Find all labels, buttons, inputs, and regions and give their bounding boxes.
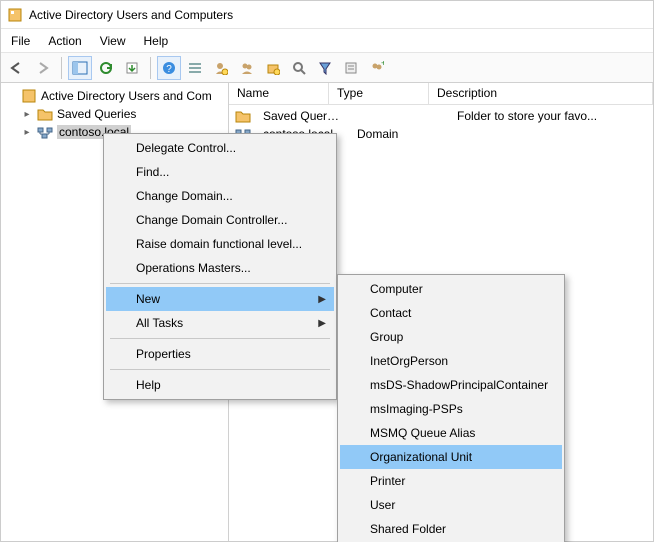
menu-delegate-control[interactable]: Delegate Control...: [106, 136, 334, 160]
menu-new-group[interactable]: Group: [340, 325, 562, 349]
submenu-arrow-icon: ▶: [318, 294, 326, 305]
back-button[interactable]: [5, 56, 29, 80]
menu-item-label: msImaging-PSPs: [370, 402, 463, 416]
context-menu: Delegate Control... Find... Change Domai…: [103, 133, 337, 400]
menu-all-tasks[interactable]: All Tasks ▶: [106, 311, 334, 335]
filter-icon[interactable]: [313, 56, 337, 80]
app-icon: [7, 7, 23, 23]
menu-item-label: New: [136, 292, 160, 306]
menu-new-shadow[interactable]: msDS-ShadowPrincipalContainer: [340, 373, 562, 397]
help-button[interactable]: ?: [157, 56, 181, 80]
properties-icon[interactable]: [339, 56, 363, 80]
tree-root[interactable]: Active Directory Users and Com: [5, 87, 228, 105]
menu-item-label: InetOrgPerson: [370, 354, 448, 368]
menu-item-label: Change Domain...: [136, 189, 233, 203]
menu-item-label: Computer: [370, 282, 423, 296]
menu-item-label: Contact: [370, 306, 411, 320]
menu-new-user[interactable]: User: [340, 493, 562, 517]
menu-new-msimaging[interactable]: msImaging-PSPs: [340, 397, 562, 421]
expand-caret-icon[interactable]: ▸: [21, 109, 33, 120]
menu-find[interactable]: Find...: [106, 160, 334, 184]
menu-item-label: Change Domain Controller...: [136, 213, 287, 227]
tree-saved-queries-label: Saved Queries: [57, 107, 136, 121]
new-ou-icon[interactable]: [261, 56, 285, 80]
svg-text:?: ?: [166, 64, 172, 75]
menu-item-label: All Tasks: [136, 316, 183, 330]
show-tree-button[interactable]: [68, 56, 92, 80]
cell-name: Saved Queries: [255, 109, 349, 123]
folder-icon: [37, 106, 53, 122]
menu-item-label: Properties: [136, 347, 191, 361]
menu-item-label: Group: [370, 330, 403, 344]
titlebar: Active Directory Users and Computers: [1, 1, 653, 29]
menu-item-label: Delegate Control...: [136, 141, 236, 155]
menu-item-label: Help: [136, 378, 161, 392]
menu-item-label: MSMQ Queue Alias: [370, 426, 475, 440]
column-type[interactable]: Type: [329, 83, 429, 104]
add-to-group-icon[interactable]: +: [365, 56, 389, 80]
menu-new-printer[interactable]: Printer: [340, 469, 562, 493]
window-title: Active Directory Users and Computers: [29, 8, 233, 22]
svg-text:+: +: [381, 61, 384, 68]
column-name[interactable]: Name: [229, 83, 329, 104]
window: Active Directory Users and Computers Fil…: [0, 0, 654, 542]
menu-new-msmq[interactable]: MSMQ Queue Alias: [340, 421, 562, 445]
menu-new-contact[interactable]: Contact: [340, 301, 562, 325]
menu-item-label: Raise domain functional level...: [136, 237, 302, 251]
refresh-button[interactable]: [94, 56, 118, 80]
menu-new-inetorgperson[interactable]: InetOrgPerson: [340, 349, 562, 373]
menu-item-label: Operations Masters...: [136, 261, 251, 275]
submenu-arrow-icon: ▶: [318, 318, 326, 329]
menu-view[interactable]: View: [100, 34, 126, 48]
folder-icon: [235, 108, 251, 124]
menu-item-label: msDS-ShadowPrincipalContainer: [370, 378, 548, 392]
expand-caret-icon[interactable]: ▸: [21, 127, 33, 138]
menu-new[interactable]: New ▶: [106, 287, 334, 311]
ad-root-icon: [21, 88, 37, 104]
menu-new-ou[interactable]: Organizational Unit: [340, 445, 562, 469]
menu-item-label: Organizational Unit: [370, 450, 472, 464]
export-list-button[interactable]: [120, 56, 144, 80]
menu-new-computer[interactable]: Computer: [340, 277, 562, 301]
menu-separator: [110, 369, 330, 370]
menu-ops-masters[interactable]: Operations Masters...: [106, 256, 334, 280]
new-user-icon[interactable]: [209, 56, 233, 80]
context-submenu-new: Computer Contact Group InetOrgPerson msD…: [337, 274, 565, 542]
menu-properties[interactable]: Properties: [106, 342, 334, 366]
menu-item-label: Shared Folder: [370, 522, 446, 536]
menu-help[interactable]: Help: [106, 373, 334, 397]
menu-item-label: Find...: [136, 165, 169, 179]
menu-raise-level[interactable]: Raise domain functional level...: [106, 232, 334, 256]
menu-new-shared-folder[interactable]: Shared Folder: [340, 517, 562, 541]
menu-separator: [110, 283, 330, 284]
menu-help[interactable]: Help: [144, 34, 169, 48]
list-item[interactable]: Saved Queries Folder to store your favo.…: [229, 107, 653, 125]
tree-root-label: Active Directory Users and Com: [41, 89, 212, 103]
domain-icon: [37, 124, 53, 140]
menu-change-dc[interactable]: Change Domain Controller...: [106, 208, 334, 232]
toolbar: ? +: [1, 53, 653, 83]
cell-type: Domain: [349, 127, 449, 141]
menubar: File Action View Help: [1, 29, 653, 53]
details-view-button[interactable]: [183, 56, 207, 80]
toolbar-separator: [150, 57, 151, 79]
menu-action[interactable]: Action: [48, 34, 81, 48]
list-header: Name Type Description: [229, 83, 653, 105]
menu-file[interactable]: File: [11, 34, 30, 48]
column-description[interactable]: Description: [429, 83, 653, 104]
cell-desc: Folder to store your favo...: [449, 109, 653, 123]
forward-button[interactable]: [31, 56, 55, 80]
tree-saved-queries[interactable]: ▸ Saved Queries: [5, 105, 228, 123]
find-icon[interactable]: [287, 56, 311, 80]
menu-separator: [110, 338, 330, 339]
menu-item-label: User: [370, 498, 395, 512]
toolbar-separator: [61, 57, 62, 79]
menu-item-label: Printer: [370, 474, 405, 488]
menu-change-domain[interactable]: Change Domain...: [106, 184, 334, 208]
new-group-icon[interactable]: [235, 56, 259, 80]
